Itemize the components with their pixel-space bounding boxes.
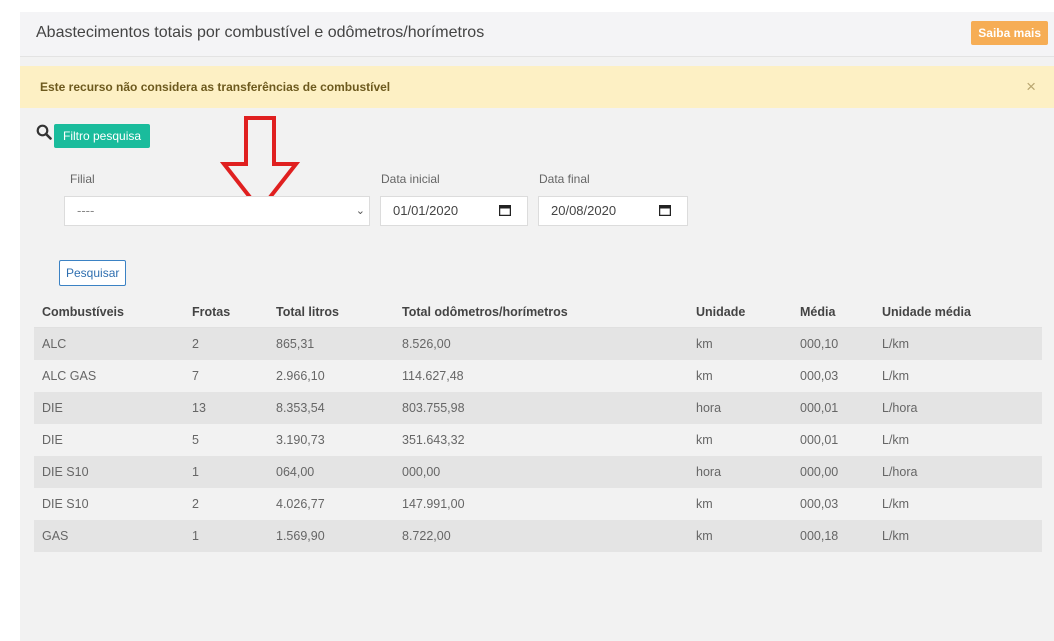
calendar-icon[interactable] — [499, 205, 511, 216]
data-final-label: Data final — [539, 172, 590, 186]
alert-message: Este recurso não considera as transferên… — [40, 80, 391, 94]
col-frotas: Frotas — [184, 296, 268, 328]
table-cell: 865,31 — [268, 327, 394, 360]
data-final-input[interactable]: 20/08/2020 — [538, 196, 688, 226]
table-cell: 2 — [184, 488, 268, 520]
table-cell: 7 — [184, 360, 268, 392]
table-cell: 114.627,48 — [394, 360, 688, 392]
table-cell: L/hora — [874, 456, 1042, 488]
table-cell: 000,03 — [792, 360, 874, 392]
col-total-odometros: Total odômetros/horímetros — [394, 296, 688, 328]
table-cell: 000,03 — [792, 488, 874, 520]
table-row: ALC GAS 7 2.966,10 114.627,48 km 000,03 … — [34, 360, 1042, 392]
table-cell: 8.722,00 — [394, 520, 688, 552]
table-cell: 000,00 — [792, 456, 874, 488]
table-cell: 147.991,00 — [394, 488, 688, 520]
table-cell: 1 — [184, 456, 268, 488]
table-cell: 064,00 — [268, 456, 394, 488]
table-cell: L/km — [874, 360, 1042, 392]
data-inicial-label: Data inicial — [381, 172, 440, 186]
table-cell: DIE S10 — [34, 456, 184, 488]
table-cell: 803.755,98 — [394, 392, 688, 424]
table-cell: 000,18 — [792, 520, 874, 552]
table-cell: km — [688, 488, 792, 520]
col-media: Média — [792, 296, 874, 328]
table-header-row: Combustíveis Frotas Total litros Total o… — [34, 296, 1042, 328]
table-cell: ALC GAS — [34, 360, 184, 392]
table-row: DIE S10 2 4.026,77 147.991,00 km 000,03 … — [34, 488, 1042, 520]
table-row: ALC 2 865,31 8.526,00 km 000,10 L/km — [34, 327, 1042, 360]
table-cell: 1.569,90 — [268, 520, 394, 552]
table-cell: km — [688, 424, 792, 456]
filtro-pesquisa-button[interactable]: Filtro pesquisa — [54, 124, 151, 148]
table-row: DIE 5 3.190,73 351.643,32 km 000,01 L/km — [34, 424, 1042, 456]
data-inicial-input[interactable]: 01/01/2020 — [380, 196, 528, 226]
chevron-down-icon: ⌄ — [355, 205, 365, 217]
data-inicial-value: 01/01/2020 — [393, 203, 459, 218]
page-title: Abastecimentos totais por combustível e … — [36, 24, 485, 41]
search-icon — [36, 124, 52, 140]
table-cell: DIE — [34, 392, 184, 424]
table-cell: km — [688, 520, 792, 552]
warning-alert: Este recurso não considera as transferên… — [20, 66, 1054, 108]
table-cell: 13 — [184, 392, 268, 424]
table-cell: 4.026,77 — [268, 488, 394, 520]
table-cell: L/km — [874, 327, 1042, 360]
filial-label: Filial — [70, 172, 95, 186]
close-icon[interactable]: × — [1026, 77, 1036, 97]
table-cell: 1 — [184, 520, 268, 552]
table-cell: DIE — [34, 424, 184, 456]
col-unidade: Unidade — [688, 296, 792, 328]
table-cell: GAS — [34, 520, 184, 552]
results-table: Combustíveis Frotas Total litros Total o… — [34, 296, 1042, 552]
data-final-value: 20/08/2020 — [551, 203, 617, 218]
table-cell: 000,01 — [792, 392, 874, 424]
filial-select[interactable]: ---- ⌄ — [64, 196, 370, 226]
table-row: DIE S10 1 064,00 000,00 hora 000,00 L/ho… — [34, 456, 1042, 488]
saiba-mais-button[interactable]: Saiba mais — [971, 21, 1048, 45]
table-cell: 000,01 — [792, 424, 874, 456]
table-cell: 8.526,00 — [394, 327, 688, 360]
table-cell: 3.190,73 — [268, 424, 394, 456]
report-panel: Abastecimentos totais por combustível e … — [20, 12, 1054, 641]
col-total-litros: Total litros — [268, 296, 394, 328]
table-row: GAS 1 1.569,90 8.722,00 km 000,18 L/km — [34, 520, 1042, 552]
table-cell: 5 — [184, 424, 268, 456]
col-unidade-media: Unidade média — [874, 296, 1042, 328]
table-row: DIE 13 8.353,54 803.755,98 hora 000,01 L… — [34, 392, 1042, 424]
table-cell: ALC — [34, 327, 184, 360]
table-cell: 2 — [184, 327, 268, 360]
table-cell: hora — [688, 392, 792, 424]
table-cell: 000,10 — [792, 327, 874, 360]
col-combustiveis: Combustíveis — [34, 296, 184, 328]
table-cell: L/km — [874, 520, 1042, 552]
table-cell: 8.353,54 — [268, 392, 394, 424]
filial-value: ---- — [77, 203, 95, 218]
table-cell: 000,00 — [394, 456, 688, 488]
table-cell: 351.643,32 — [394, 424, 688, 456]
table-cell: DIE S10 — [34, 488, 184, 520]
table-cell: km — [688, 327, 792, 360]
table-cell: L/hora — [874, 392, 1042, 424]
table-cell: L/km — [874, 424, 1042, 456]
page-header: Abastecimentos totais por combustível e … — [20, 12, 1054, 57]
calendar-icon[interactable] — [659, 205, 671, 216]
table-cell: hora — [688, 456, 792, 488]
table-cell: L/km — [874, 488, 1042, 520]
pesquisar-button[interactable]: Pesquisar — [59, 260, 127, 286]
table-cell: km — [688, 360, 792, 392]
table-cell: 2.966,10 — [268, 360, 394, 392]
